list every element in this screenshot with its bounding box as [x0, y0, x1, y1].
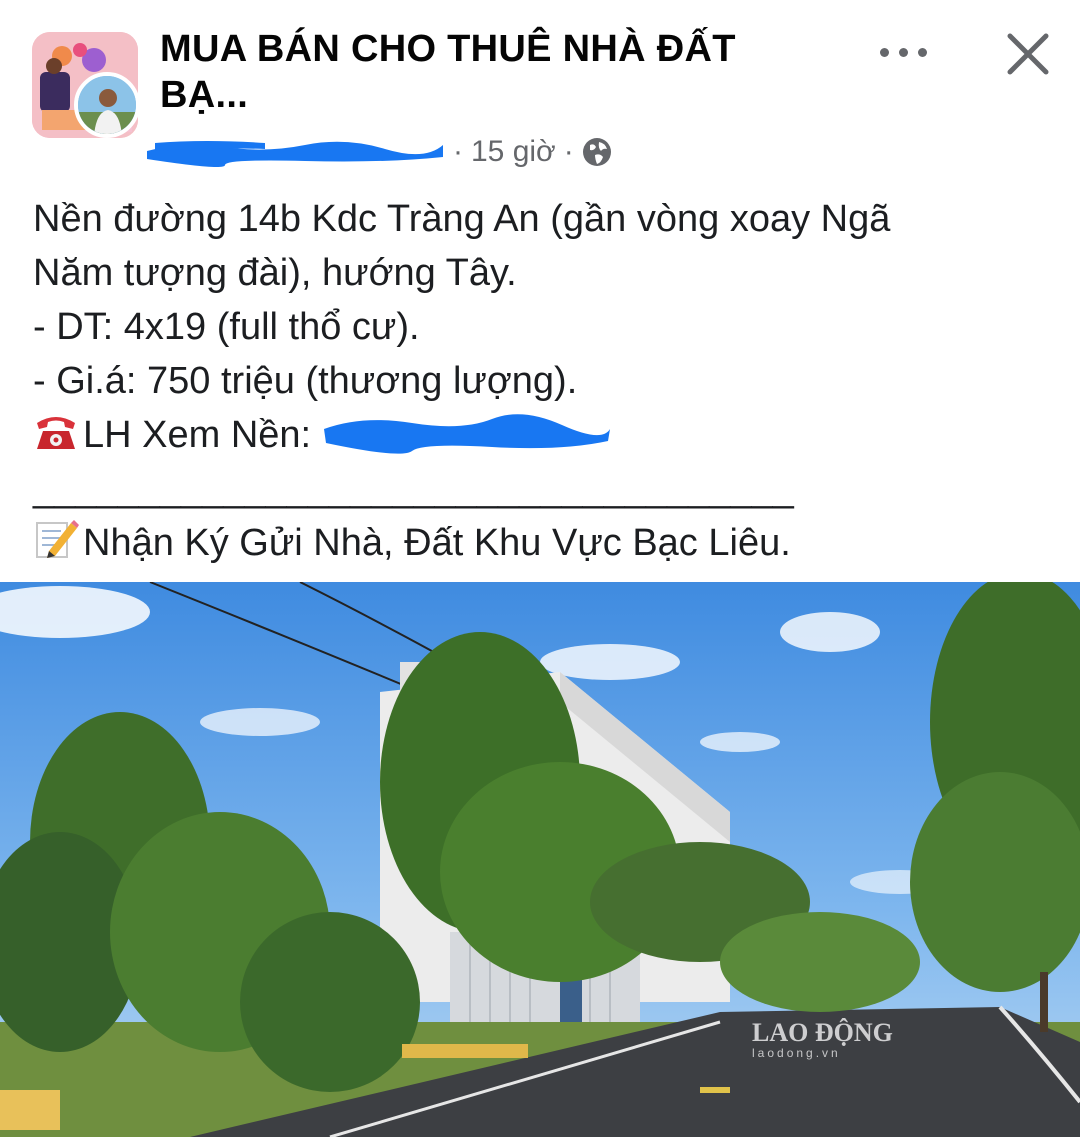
- photo-watermark: LAO ĐỘNG: [752, 1018, 893, 1047]
- meta-separator: ·: [563, 135, 574, 168]
- consignment-line: Nhận Ký Gửi Nhà, Đất Khu Vực Bạc Liêu.: [33, 516, 1053, 570]
- post-meta: · 15 giờ ·: [145, 132, 612, 172]
- author-name-redacted[interactable]: [145, 135, 445, 169]
- contact-label: LH Xem Nền:: [83, 414, 312, 456]
- close-icon: [1007, 33, 1049, 75]
- memo-icon: [36, 520, 79, 558]
- meta-separator: ·: [453, 135, 463, 168]
- more-options-button[interactable]: [872, 32, 936, 72]
- phone-number-redacted[interactable]: [322, 411, 612, 455]
- user-avatar[interactable]: [74, 72, 140, 138]
- group-name[interactable]: MUA BÁN CHO THUÊ NHÀ ĐẤT BẠ...: [160, 26, 780, 118]
- post-text-line: - DT: 4x19 (full thổ cư).: [33, 306, 420, 348]
- post-text-line: Nền đường 14b Kdc Tràng An (gần vòng xoa…: [33, 198, 891, 240]
- post-text-line: - Gi.á: 750 triệu (thương lượng).: [33, 360, 578, 402]
- post-time[interactable]: 15 giờ: [471, 135, 556, 169]
- contact-line: LH Xem Nền:: [33, 408, 1053, 462]
- telephone-icon: [37, 417, 75, 449]
- post-photo[interactable]: LAO ĐỘNG laodong.vn: [0, 582, 1080, 1137]
- more-dot: [899, 48, 908, 57]
- post-header: MUA BÁN CHO THUÊ NHÀ ĐẤT BẠ... · 15 giờ …: [0, 0, 1080, 175]
- text-divider: ____________________________________: [33, 468, 794, 510]
- post-body: Nền đường 14b Kdc Tràng An (gần vòng xoa…: [33, 192, 1053, 570]
- more-dot: [918, 48, 927, 57]
- consignment-text: Nhận Ký Gửi Nhà, Đất Khu Vực Bạc Liêu.: [83, 522, 791, 564]
- close-button[interactable]: [1000, 26, 1056, 82]
- photo-watermark-site: laodong.vn: [752, 1046, 841, 1060]
- more-horizontal-icon: [880, 48, 889, 57]
- globe-icon: [582, 138, 611, 166]
- post-text-line: Năm tượng đài), hướng Tây.: [33, 252, 517, 294]
